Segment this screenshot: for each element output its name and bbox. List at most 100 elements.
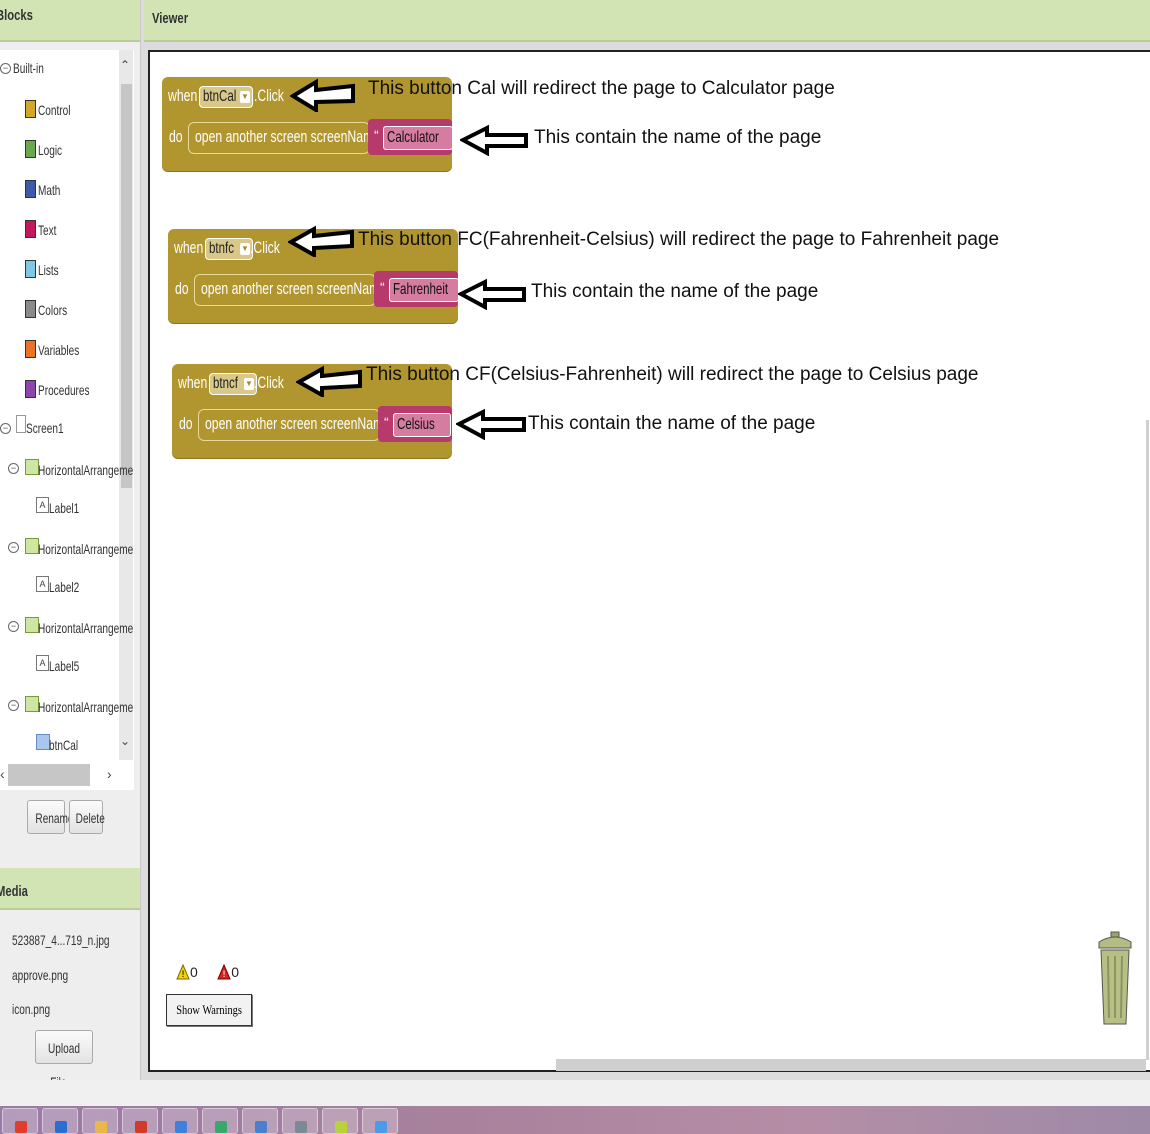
category-color-swatch xyxy=(25,300,36,318)
event-name: .Click xyxy=(254,373,284,392)
collapse-toggle-icon[interactable]: − xyxy=(8,621,19,632)
collapse-toggle-icon[interactable]: − xyxy=(8,542,19,553)
text-string-block[interactable]: “ Calculator xyxy=(368,119,453,155)
tree-item-category[interactable]: Colors xyxy=(38,302,78,318)
category-color-swatch xyxy=(25,140,36,158)
tree-item-category[interactable]: Logic xyxy=(38,142,71,158)
tree-item-child-component[interactable]: Label2 xyxy=(49,579,91,595)
app-icon xyxy=(95,1121,107,1133)
text-string-block[interactable]: “ Fahrenheit xyxy=(374,271,459,307)
taskbar-app-button[interactable] xyxy=(282,1108,318,1134)
taskbar-app-button[interactable] xyxy=(122,1108,158,1134)
media-file[interactable]: icon.png xyxy=(12,1001,65,1017)
button-component-icon xyxy=(36,734,50,750)
category-color-swatch xyxy=(25,260,36,278)
taskbar-app-button[interactable] xyxy=(82,1108,118,1134)
app-icon xyxy=(135,1121,147,1133)
workspace-vertical-scrollbar[interactable] xyxy=(1146,420,1149,1060)
string-value[interactable]: Fahrenheit xyxy=(389,278,459,302)
trash-can-icon[interactable] xyxy=(1096,928,1134,1028)
component-dropdown[interactable]: btnCal ▼ xyxy=(199,86,253,108)
blocks-header-title: Blocks xyxy=(0,7,33,24)
collapse-toggle-icon[interactable]: − xyxy=(0,423,11,434)
scroll-down-icon[interactable]: ⌄ xyxy=(120,734,130,748)
warnings-count: 0 xyxy=(190,964,198,980)
app-icon xyxy=(335,1121,347,1133)
horizontal-arrangement-icon xyxy=(25,459,39,475)
error-triangle-icon: ! xyxy=(217,963,232,980)
text-string-block[interactable]: “ Celsius xyxy=(378,406,452,442)
blocks-workspace[interactable] xyxy=(148,50,1150,1072)
taskbar-app-button[interactable] xyxy=(322,1108,358,1134)
arrow-left-icon xyxy=(288,225,354,257)
collapse-toggle-icon[interactable]: − xyxy=(8,463,19,474)
string-value[interactable]: Calculator xyxy=(383,126,453,150)
tree-item-category[interactable]: Procedures xyxy=(38,382,110,398)
category-color-swatch xyxy=(25,180,36,198)
app-icon xyxy=(295,1121,307,1133)
taskbar-app-button[interactable] xyxy=(202,1108,238,1134)
arrow-left-icon xyxy=(296,365,362,397)
tree-scrollbar-thumb[interactable] xyxy=(121,84,132,488)
label-component-icon: A xyxy=(36,497,49,513)
collapse-toggle-icon[interactable]: − xyxy=(0,63,11,74)
rename-button[interactable]: Rename xyxy=(27,800,74,834)
delete-button[interactable]: Delete xyxy=(69,800,105,834)
component-dropdown[interactable]: btnfc ▼ xyxy=(205,238,253,260)
errors-count: 0 xyxy=(231,964,240,980)
dropdown-caret-icon: ▼ xyxy=(244,378,254,390)
taskbar-app-button[interactable] xyxy=(162,1108,198,1134)
blocks-panel-header: Blocks xyxy=(0,0,140,42)
app-icon xyxy=(215,1121,227,1133)
do-keyword: do xyxy=(179,414,193,433)
scroll-right-icon[interactable]: › xyxy=(107,766,112,782)
left-panel: Blocks ⌃ ⌄ − Built-in − Screen1 ‹ › Rena… xyxy=(0,0,141,1090)
scroll-left-icon[interactable]: ‹ xyxy=(0,766,5,782)
tree-item-category[interactable]: Variables xyxy=(38,342,95,358)
label-component-icon: A xyxy=(36,655,49,671)
viewer-header xyxy=(144,0,1150,42)
scroll-up-icon[interactable]: ⌃ xyxy=(120,58,130,72)
taskbar-app-button[interactable] xyxy=(2,1108,38,1134)
horizontal-arrangement-icon xyxy=(25,538,39,554)
string-value[interactable]: Celsius xyxy=(393,413,451,437)
tree-item-category[interactable]: Control xyxy=(38,102,83,118)
taskbar-app-button[interactable] xyxy=(42,1108,78,1134)
tree-item-built-in[interactable]: Built-in xyxy=(13,60,56,76)
tree-item-category[interactable]: Text xyxy=(38,222,64,238)
annotation-name: This contain the name of the page xyxy=(531,281,819,302)
collapse-toggle-icon[interactable]: − xyxy=(8,700,19,711)
open-quote-icon: “ xyxy=(374,127,379,143)
taskbar-app-button[interactable] xyxy=(362,1108,398,1134)
svg-text:!: ! xyxy=(181,970,185,980)
category-color-swatch xyxy=(25,340,36,358)
do-keyword: do xyxy=(175,279,189,298)
taskbar-app-button[interactable] xyxy=(242,1108,278,1134)
app-icon xyxy=(255,1121,267,1133)
category-color-swatch xyxy=(25,220,36,238)
arrow-left-icon xyxy=(290,78,355,112)
show-warnings-button[interactable]: Show Warnings xyxy=(166,994,252,1026)
dropdown-caret-icon: ▼ xyxy=(240,91,250,103)
tree-item-screen1[interactable]: Screen1 xyxy=(26,420,78,436)
horizontal-arrangement-icon xyxy=(25,617,39,633)
tree-hscroll-thumb[interactable] xyxy=(8,764,90,786)
media-file[interactable]: approve.png xyxy=(12,967,90,983)
tree-item-child-component[interactable]: Label1 xyxy=(49,500,91,516)
media-file[interactable]: 523887_4...719_n.jpg xyxy=(12,932,147,948)
do-keyword: do xyxy=(169,127,183,146)
media-header-title: Media xyxy=(0,883,28,900)
tree-item-child-component[interactable]: Label5 xyxy=(49,658,91,674)
tree-item-child-component[interactable]: btnCal xyxy=(49,737,89,753)
tree-item-category[interactable]: Math xyxy=(38,182,69,198)
workspace-horizontal-scrollbar[interactable] xyxy=(556,1059,1146,1071)
label-component-icon: A xyxy=(36,576,49,592)
app-icon xyxy=(375,1121,387,1133)
annotation-event: This button Cal will redirect the page t… xyxy=(368,78,835,99)
horizontal-arrangement-icon xyxy=(25,696,39,712)
annotation-name: This contain the name of the page xyxy=(528,413,816,434)
annotation-event: This button CF(Celsius-Fahrenheit) will … xyxy=(366,364,979,385)
component-dropdown[interactable]: btncf ▼ xyxy=(209,373,257,395)
upload-file-button[interactable]: Upload File ... xyxy=(35,1030,93,1090)
tree-item-category[interactable]: Lists xyxy=(38,262,67,278)
